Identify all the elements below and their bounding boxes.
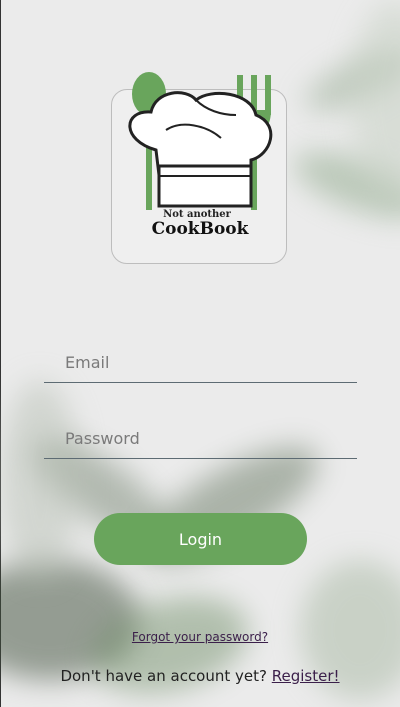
register-prompt-text: Don't have an account yet?	[60, 667, 267, 685]
password-input[interactable]	[44, 418, 357, 458]
forgot-password-link[interactable]: Forgot your password?	[0, 630, 400, 644]
email-input[interactable]	[44, 342, 357, 382]
login-button[interactable]: Login	[94, 513, 307, 565]
email-field[interactable]	[44, 342, 357, 383]
password-field[interactable]	[44, 418, 357, 459]
logo-title: CookBook	[151, 219, 249, 239]
chef-hat-logo-icon	[128, 72, 273, 210]
register-link[interactable]: Register!	[272, 667, 340, 685]
register-prompt: Don't have an account yet? Register!	[0, 667, 400, 685]
